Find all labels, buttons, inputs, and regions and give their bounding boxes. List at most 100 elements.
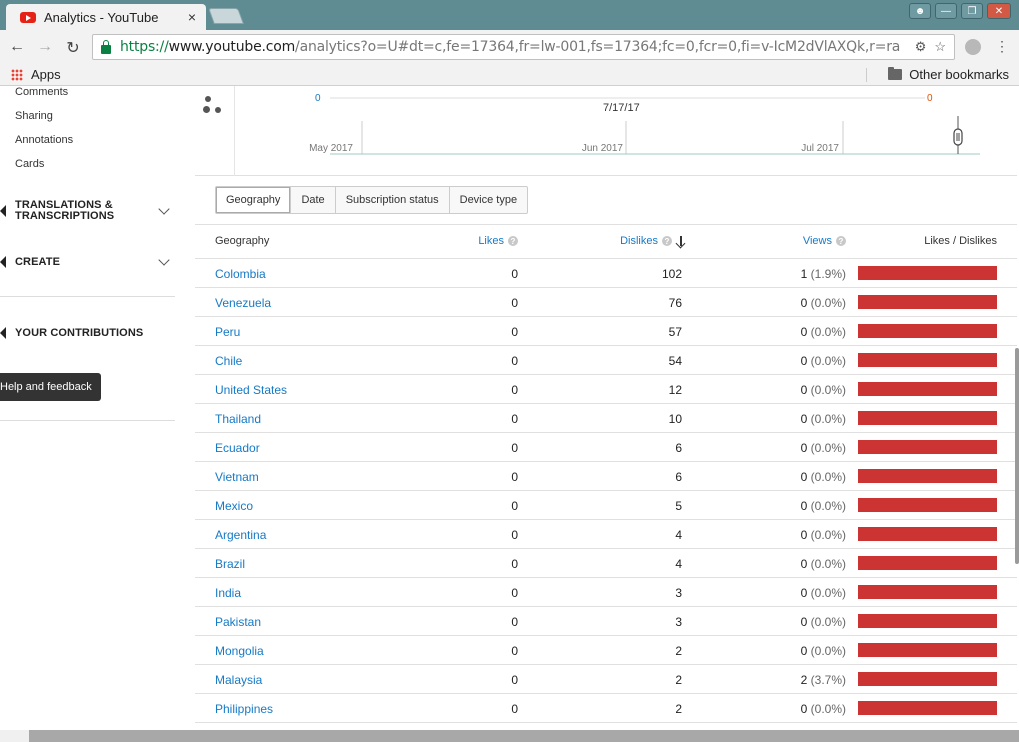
header-views[interactable]: Views ? (803, 235, 846, 247)
vertical-scrollbar[interactable] (1015, 348, 1019, 564)
horizontal-scrollbar[interactable] (29, 730, 1019, 742)
minimize-button[interactable]: — (935, 3, 957, 19)
dislikes-value: 2 (675, 702, 682, 716)
likes-value: 0 (511, 470, 518, 484)
likes-dislikes-bar (858, 295, 997, 309)
geo-link[interactable]: Thailand (215, 412, 261, 426)
sidebar-item-annotations[interactable]: Annotations (15, 134, 73, 146)
views-value: 0 (0.0%) (801, 615, 846, 629)
geo-link[interactable]: Brazil (215, 557, 245, 571)
table-row: Argentina 0 4 0 (0.0%) (195, 520, 1017, 549)
sidebar-divider (0, 420, 175, 421)
timeline-handle[interactable] (953, 128, 963, 146)
dislikes-value: 76 (668, 296, 682, 310)
views-percent: (3.7%) (810, 673, 846, 687)
tab-geography[interactable]: Geography (216, 187, 292, 213)
dimension-tabs: Geography Date Subscription status Devic… (215, 186, 529, 214)
geo-link[interactable]: Philippines (215, 702, 273, 716)
extension-globe-icon[interactable] (965, 39, 981, 55)
other-bookmarks[interactable]: Other bookmarks (888, 67, 1009, 82)
url-scheme: https:// (120, 39, 169, 55)
geo-link[interactable]: Mongolia (215, 644, 264, 658)
sidebar-item-cards[interactable]: Cards (15, 158, 44, 170)
geo-link[interactable]: Peru (215, 325, 240, 339)
likes-dislikes-bar (858, 324, 997, 338)
geo-link[interactable]: Ecuador (215, 441, 260, 455)
translate-icon (0, 205, 6, 217)
dislikes-bar-fill (858, 672, 997, 686)
bookmark-star-icon[interactable]: ☆ (934, 39, 946, 55)
tab-close-icon[interactable]: × (188, 9, 196, 25)
dislikes-bar-fill (858, 643, 997, 657)
chevron-down-icon[interactable] (158, 203, 170, 215)
help-icon[interactable]: ? (508, 236, 518, 246)
dislikes-value: 2 (675, 673, 682, 687)
header-dislikes[interactable]: Dislikes ? (620, 235, 686, 247)
views-count: 0 (800, 528, 808, 542)
views-value: 0 (0.0%) (801, 499, 846, 513)
back-icon[interactable]: ← (8, 38, 26, 56)
help-icon[interactable]: ? (836, 236, 846, 246)
views-count: 0 (800, 412, 808, 426)
likes-dislikes-bar (858, 411, 997, 425)
sidebar-section-create[interactable]: CREATE (0, 254, 180, 268)
maximize-button[interactable]: ❐ (961, 3, 983, 19)
views-count: 0 (800, 470, 808, 484)
close-window-button[interactable]: ✕ (987, 3, 1011, 19)
url-text[interactable]: https://www.youtube.com/analytics?o=U#dt… (120, 39, 907, 55)
new-tab-button[interactable] (208, 8, 244, 24)
lock-icon (101, 39, 111, 54)
help-icon[interactable]: ? (662, 236, 672, 246)
tab-subscription-status[interactable]: Subscription status (336, 187, 450, 213)
geo-link[interactable]: Chile (215, 354, 242, 368)
dislikes-value: 3 (675, 615, 682, 629)
sidebar-item-sharing[interactable]: Sharing (15, 110, 53, 122)
geo-link[interactable]: United States (215, 383, 287, 397)
geo-link[interactable]: Mexico (215, 499, 253, 513)
browser-toolbar: ← → ↻ https://www.youtube.com/analytics?… (0, 30, 1019, 64)
geo-link[interactable]: Malaysia (215, 673, 262, 687)
likes-dislikes-bar (858, 672, 997, 686)
dislikes-value: 54 (668, 354, 682, 368)
browser-tab-bar: Analytics - YouTube × ☻ — ❐ ✕ (0, 0, 1019, 30)
sort-descending-icon[interactable] (676, 235, 686, 247)
dislikes-value: 57 (668, 325, 682, 339)
sidebar-section-contributions[interactable]: YOUR CONTRIBUTIONS (0, 327, 180, 339)
translations-label: TRANSLATIONS & TRANSCRIPTIONS (15, 200, 160, 222)
forward-icon[interactable]: → (36, 38, 54, 56)
likes-value: 0 (511, 383, 518, 397)
apps-bookmark[interactable]: Apps (11, 67, 61, 82)
help-feedback-button[interactable]: Help and feedback (0, 373, 101, 401)
dislikes-value: 102 (661, 267, 682, 281)
likes-dislikes-bar (858, 556, 997, 570)
browser-menu-icon[interactable]: ⋮ (995, 38, 1009, 55)
views-percent: (0.0%) (810, 644, 846, 658)
browser-tab[interactable]: Analytics - YouTube × (6, 4, 206, 30)
bubble-chart-icon[interactable] (203, 96, 225, 118)
geo-link[interactable]: Vietnam (215, 470, 259, 484)
likes-dislikes-bar (858, 614, 997, 628)
tab-device-type[interactable]: Device type (450, 187, 527, 213)
header-dislikes-label: Dislikes (620, 235, 658, 247)
views-count: 0 (800, 586, 808, 600)
reload-icon[interactable]: ↻ (64, 38, 82, 58)
views-percent: (0.0%) (810, 441, 846, 455)
views-percent: (0.0%) (810, 615, 846, 629)
geo-link[interactable]: Venezuela (215, 296, 271, 310)
geo-link[interactable]: India (215, 586, 241, 600)
timeline-chart: 0 0 7/17/17 May 2017 Jun 2017 Jul 2017 (309, 93, 980, 155)
header-likes[interactable]: Likes ? (478, 235, 518, 247)
geo-link[interactable]: Colombia (215, 267, 266, 281)
sidebar-item-comments[interactable]: Comments (15, 86, 68, 98)
tab-date[interactable]: Date (291, 187, 336, 213)
profile-icon[interactable]: ☻ (909, 3, 931, 19)
chevron-down-icon[interactable] (158, 254, 170, 266)
blocked-content-icon[interactable]: ⚙ (915, 39, 927, 55)
views-percent: (0.0%) (810, 325, 846, 339)
sidebar-section-translations[interactable]: TRANSLATIONS & TRANSCRIPTIONS (0, 200, 180, 222)
header-geography[interactable]: Geography (215, 235, 269, 247)
likes-value: 0 (511, 499, 518, 513)
geo-link[interactable]: Argentina (215, 528, 266, 542)
address-bar[interactable]: https://www.youtube.com/analytics?o=U#dt… (92, 34, 955, 60)
geo-link[interactable]: Pakistan (215, 615, 261, 629)
